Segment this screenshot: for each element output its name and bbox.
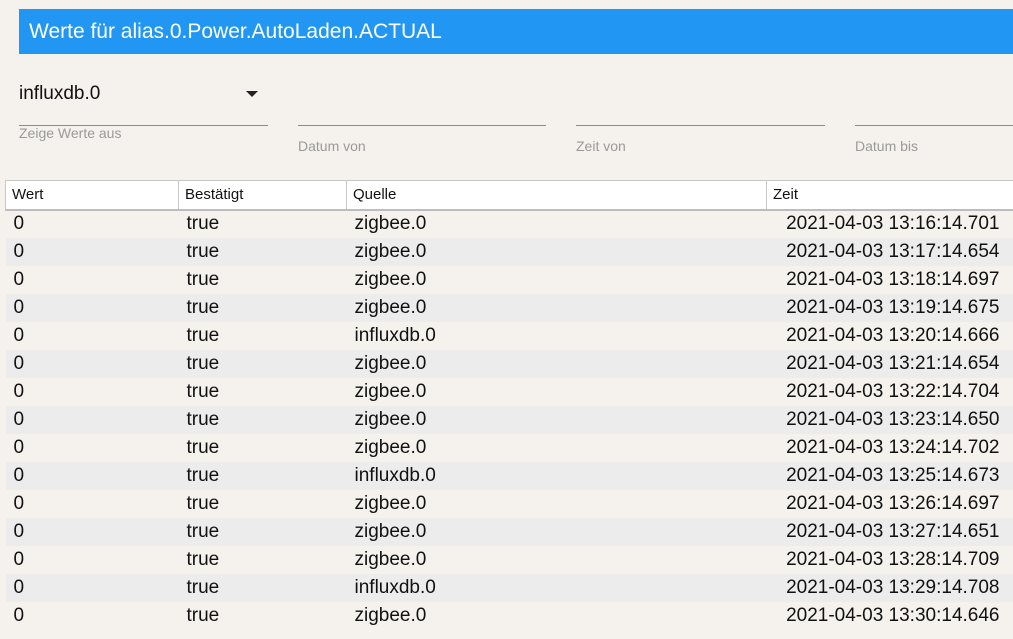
column-header-bestaetigt[interactable]: Bestätigt [178, 180, 347, 211]
instance-select[interactable]: influxdb.0 [19, 75, 268, 126]
time-cell: 2021-04-03 13:26:14.697 [766, 489, 1013, 518]
ack-cell: true [178, 237, 347, 266]
dialog-title: Werte für alias.0.Power.AutoLaden.ACTUAL [19, 9, 1013, 54]
ack-cell: true [178, 461, 347, 490]
ack-cell: true [178, 601, 347, 630]
ack-cell: true [178, 489, 347, 518]
table-row[interactable]: 0 true influxdb.0 2021-04-03 13:20:14.666 [5, 321, 1013, 350]
source-cell: zigbee.0 [346, 489, 767, 518]
ack-cell: true [178, 293, 347, 322]
table-row[interactable]: 0 true zigbee.0 2021-04-03 13:21:14.654 [5, 349, 1013, 378]
value-cell: 0 [5, 545, 179, 574]
value-cell: 0 [5, 237, 179, 266]
table-row[interactable]: 0 true zigbee.0 2021-04-03 13:28:14.709 [5, 545, 1013, 574]
date-from-label: Datum von [298, 138, 366, 154]
date-to-label: Datum bis [855, 138, 919, 154]
table-row[interactable]: 0 true influxdb.0 2021-04-03 13:25:14.673 [5, 461, 1013, 490]
value-cell: 0 [5, 265, 179, 294]
value-cell: 0 [5, 433, 179, 462]
time-cell: 2021-04-03 13:23:14.650 [766, 405, 1013, 434]
time-cell: 2021-04-03 13:28:14.709 [766, 545, 1013, 574]
ack-cell: true [178, 405, 347, 434]
value-cell: 0 [5, 209, 179, 238]
ack-cell: true [178, 265, 347, 294]
ack-cell: true [178, 349, 347, 378]
value-cell: 0 [5, 573, 179, 602]
time-cell: 2021-04-03 13:21:14.654 [766, 349, 1013, 378]
ack-cell: true [178, 433, 347, 462]
instance-select-helper: Zeige Werte aus [19, 125, 122, 141]
table-header-row: Wert Bestätigt Quelle Zeit [5, 180, 1013, 211]
ack-cell: true [178, 573, 347, 602]
source-cell: zigbee.0 [346, 209, 767, 238]
instance-select-value: influxdb.0 [19, 83, 101, 104]
time-cell: 2021-04-03 13:17:14.654 [766, 237, 1013, 266]
value-cell: 0 [5, 489, 179, 518]
source-cell: zigbee.0 [346, 545, 767, 574]
source-cell: zigbee.0 [346, 517, 767, 546]
time-cell: 2021-04-03 13:19:14.675 [766, 293, 1013, 322]
source-cell: influxdb.0 [346, 573, 767, 602]
history-table: Wert Bestätigt Quelle Zeit 0 true zigbee.0… [5, 180, 1013, 639]
ack-cell: true [178, 545, 347, 574]
source-cell: influxdb.0 [346, 461, 767, 490]
source-cell: zigbee.0 [346, 293, 767, 322]
ack-cell: true [178, 517, 347, 546]
value-cell: 0 [5, 601, 179, 630]
chevron-down-icon[interactable] [246, 91, 258, 97]
table-row[interactable]: 0 true zigbee.0 2021-04-03 13:22:14.704 [5, 377, 1013, 406]
source-cell: influxdb.0 [346, 321, 767, 350]
time-cell: 2021-04-03 13:20:14.666 [766, 321, 1013, 350]
date-from-field[interactable] [298, 75, 546, 126]
value-cell: 0 [5, 461, 179, 490]
table-row[interactable]: 0 true zigbee.0 2021-04-03 13:19:14.675 [5, 293, 1013, 322]
table-row[interactable]: 0 true zigbee.0 2021-04-03 13:27:14.651 [5, 517, 1013, 546]
source-cell: zigbee.0 [346, 349, 767, 378]
ack-cell: true [178, 209, 347, 238]
date-to-field[interactable] [855, 75, 1013, 126]
value-cell: 0 [5, 349, 179, 378]
value-cell: 0 [5, 405, 179, 434]
table-row[interactable]: 0 true zigbee.0 2021-04-03 13:23:14.650 [5, 405, 1013, 434]
ack-cell: true [178, 321, 347, 350]
table-row[interactable]: 0 true zigbee.0 2021-04-03 13:18:14.697 [5, 265, 1013, 294]
time-cell: 2021-04-03 13:30:14.646 [766, 601, 1013, 630]
table-row[interactable]: 0 true zigbee.0 2021-04-03 13:26:14.697 [5, 489, 1013, 518]
column-header-quelle[interactable]: Quelle [346, 180, 767, 211]
column-header-zeit[interactable]: Zeit [766, 180, 1013, 211]
table-row[interactable]: 0 true zigbee.0 2021-04-03 13:16:14.701 [5, 209, 1013, 238]
source-cell: zigbee.0 [346, 265, 767, 294]
table-row[interactable]: 0 true zigbee.0 2021-04-03 13:24:14.702 [5, 433, 1013, 462]
time-cell: 2021-04-03 13:16:14.701 [766, 209, 1013, 238]
ack-cell: true [178, 377, 347, 406]
column-header-wert[interactable]: Wert [5, 180, 179, 211]
time-cell: 2021-04-03 13:18:14.697 [766, 265, 1013, 294]
table-row[interactable]: 0 true zigbee.0 2021-04-03 13:17:14.654 [5, 237, 1013, 266]
time-from-label: Zeit von [576, 138, 626, 154]
source-cell: zigbee.0 [346, 377, 767, 406]
time-cell: 2021-04-03 13:24:14.702 [766, 433, 1013, 462]
source-cell: zigbee.0 [346, 433, 767, 462]
source-cell: zigbee.0 [346, 405, 767, 434]
table-row[interactable]: 0 true influxdb.0 2021-04-03 13:29:14.708 [5, 573, 1013, 602]
time-cell: 2021-04-03 13:22:14.704 [766, 377, 1013, 406]
value-cell: 0 [5, 377, 179, 406]
value-cell: 0 [5, 293, 179, 322]
source-cell: zigbee.0 [346, 237, 767, 266]
source-cell: zigbee.0 [346, 601, 767, 630]
table-row[interactable]: 0 true zigbee.0 2021-04-03 13:30:14.646 [5, 601, 1013, 630]
time-cell: 2021-04-03 13:25:14.673 [766, 461, 1013, 490]
time-cell: 2021-04-03 13:27:14.651 [766, 517, 1013, 546]
value-cell: 0 [5, 321, 179, 350]
value-cell: 0 [5, 517, 179, 546]
time-from-field[interactable] [576, 75, 825, 126]
time-cell: 2021-04-03 13:29:14.708 [766, 573, 1013, 602]
